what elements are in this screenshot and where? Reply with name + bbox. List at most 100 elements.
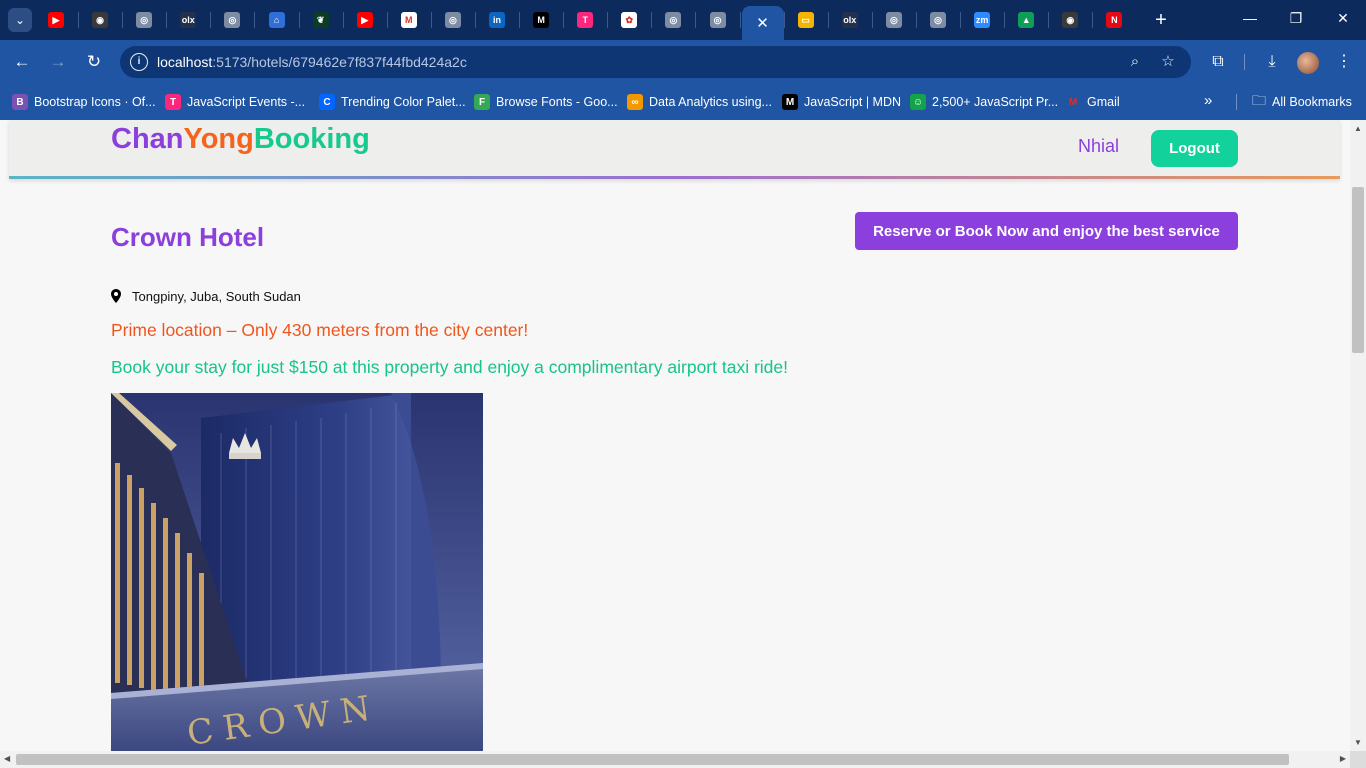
forward-arrow-icon[interactable]: →	[47, 51, 69, 73]
browser-tab[interactable]: ◎	[874, 6, 914, 34]
bookmark-star-icon[interactable]: ☆	[1158, 52, 1178, 72]
tab-separator	[915, 12, 917, 28]
browser-tab[interactable]: ◎	[653, 6, 693, 34]
tab-separator	[386, 12, 388, 28]
restore-icon[interactable]: ❐	[1286, 10, 1306, 27]
globe-icon: ◎	[930, 12, 946, 28]
extensions-puzzle-icon[interactable]: ⧉	[1207, 51, 1229, 73]
new-tab-plus-icon[interactable]: +	[1150, 9, 1172, 31]
browser-tab[interactable]: ◎	[918, 6, 958, 34]
scroll-left-arrow-icon[interactable]: ◀	[4, 754, 10, 763]
url-text[interactable]: localhost:5173/hotels/679462e7f837f44fbd…	[157, 54, 467, 70]
scroll-right-arrow-icon[interactable]: ▶	[1340, 754, 1346, 763]
gmail-icon: M	[1068, 96, 1078, 108]
browser-tab[interactable]: ▲	[1006, 6, 1046, 34]
browser-tab[interactable]: ❦	[301, 6, 341, 34]
bookmark-item[interactable]: M Gmail	[1065, 92, 1120, 112]
bookmark-item[interactable]: M JavaScript | MDN	[782, 92, 901, 112]
browser-tab[interactable]: ◉	[80, 6, 120, 34]
infinity-icon: ∞	[627, 94, 643, 110]
browser-tab[interactable]: ✿	[609, 6, 649, 34]
browser-tab[interactable]: in	[477, 6, 517, 34]
browser-tab[interactable]: ✕	[741, 6, 784, 40]
bookmark-item[interactable]: T JavaScript Events -...	[165, 92, 305, 112]
bookmark-label: Data Analytics using...	[649, 95, 772, 109]
site-header: ChanYongBooking Nhial Logout	[9, 120, 1340, 179]
bookmark-item[interactable]: ∞ Data Analytics using...	[627, 92, 772, 112]
logout-button[interactable]: Logout	[1151, 130, 1238, 167]
window-close-icon[interactable]: ✕	[1333, 10, 1353, 27]
tab-separator	[960, 12, 961, 28]
tab-search-chevron-icon[interactable]: ⌄	[8, 8, 32, 32]
bookmark-item[interactable]: ☺ 2,500+ JavaScript Pr...	[910, 92, 1058, 112]
zoom-magnifier-icon[interactable]: ⌕	[1125, 52, 1145, 72]
bookmark-label: JavaScript Events -...	[187, 95, 306, 109]
horizontal-scroll-thumb[interactable]	[16, 754, 1289, 765]
tab-separator	[1092, 12, 1094, 28]
reserve-book-button[interactable]: Reserve or Book Now and enjoy the best s…	[855, 212, 1238, 250]
medium-icon: M	[533, 12, 550, 28]
browser-tab[interactable]: ◎	[124, 6, 164, 34]
toolbar-divider	[1244, 54, 1245, 70]
hotel-address: Tongpiny, Juba, South Sudan	[132, 289, 301, 304]
vertical-scroll-thumb[interactable]	[1352, 187, 1364, 353]
olx-icon: olx	[841, 12, 858, 28]
tab-separator	[254, 12, 256, 28]
header-gradient-line	[9, 176, 1340, 179]
github-icon: ◉	[92, 12, 109, 28]
browser-tab[interactable]: zm	[962, 6, 1002, 34]
browser-tab[interactable]: ⌂	[257, 6, 297, 34]
youtube-icon: ▶	[48, 12, 64, 28]
coolors-icon: C	[319, 94, 335, 110]
hotel-photo: CROWN	[111, 393, 483, 751]
browser-tab[interactable]: ▶	[345, 6, 385, 34]
tab-separator	[166, 12, 168, 28]
scroll-up-arrow-icon[interactable]: ▲	[1354, 124, 1362, 133]
browser-tab[interactable]: olx	[830, 6, 870, 34]
menu-kebab-icon[interactable]: ⋮	[1333, 51, 1355, 73]
browser-tab[interactable]: ◎	[212, 6, 252, 34]
globe-icon: ◎	[224, 12, 241, 28]
scroll-down-arrow-icon[interactable]: ▼	[1354, 738, 1362, 747]
address-bar[interactable]: i localhost:5173/hotels/679462e7f837f44f…	[120, 46, 1191, 78]
tab-separator	[695, 12, 697, 28]
site-info-icon[interactable]: i	[130, 53, 148, 71]
globe-icon: ◎	[885, 12, 902, 28]
site-logo[interactable]: ChanYongBooking	[111, 123, 370, 156]
linkedin-icon: in	[489, 12, 505, 28]
map-pin-icon	[111, 289, 121, 303]
olx-icon: olx	[180, 12, 197, 28]
back-arrow-icon[interactable]: ←	[11, 51, 33, 73]
price-promo-text: Book your stay for just $150 at this pro…	[111, 357, 788, 377]
close-icon[interactable]: ✕	[756, 14, 769, 32]
horizontal-scrollbar[interactable]: ◀ ▶	[0, 751, 1350, 768]
bookmark-item[interactable]: F Browse Fonts - Goo...	[474, 92, 618, 112]
browser-tab[interactable]: ◉	[1050, 6, 1090, 34]
browser-tab[interactable]: M	[389, 6, 429, 34]
tab-separator	[783, 12, 785, 28]
bookmark-item[interactable]: B Bootstrap Icons · Of...	[12, 92, 156, 112]
chatgpt-icon: ✿	[621, 12, 638, 28]
reload-icon[interactable]: ↻	[83, 51, 105, 73]
vertical-scrollbar[interactable]: ▲ ▼	[1350, 120, 1366, 751]
browser-tab[interactable]: M	[521, 6, 561, 34]
tab-separator	[342, 12, 344, 28]
browser-tab[interactable]: ◎	[698, 6, 738, 34]
bookmark-label: Trending Color Palet...	[341, 95, 466, 109]
minimize-icon[interactable]: —	[1240, 10, 1260, 26]
browser-tab[interactable]: olx	[168, 6, 208, 34]
browser-tab[interactable]: ▶	[36, 6, 76, 34]
browser-tab[interactable]: T	[565, 6, 605, 34]
download-icon[interactable]: ⤓	[1261, 51, 1283, 73]
browser-tab[interactable]: ◎	[433, 6, 473, 34]
all-bookmarks-button[interactable]: 🗀 All Bookmarks	[1252, 92, 1352, 112]
bookmark-label: JavaScript | MDN	[804, 95, 902, 109]
more-bookmarks-chevron-icon[interactable]: »	[1204, 92, 1212, 109]
google-slides-icon: ▭	[797, 12, 814, 28]
youtube-icon: ▶	[356, 12, 373, 28]
profile-avatar[interactable]	[1297, 52, 1319, 74]
browser-tab[interactable]: ▭	[786, 6, 826, 34]
bookmark-item[interactable]: C Trending Color Palet...	[319, 92, 466, 112]
browser-tab[interactable]: N	[1094, 6, 1134, 34]
username-link[interactable]: Nhial	[1078, 136, 1119, 157]
